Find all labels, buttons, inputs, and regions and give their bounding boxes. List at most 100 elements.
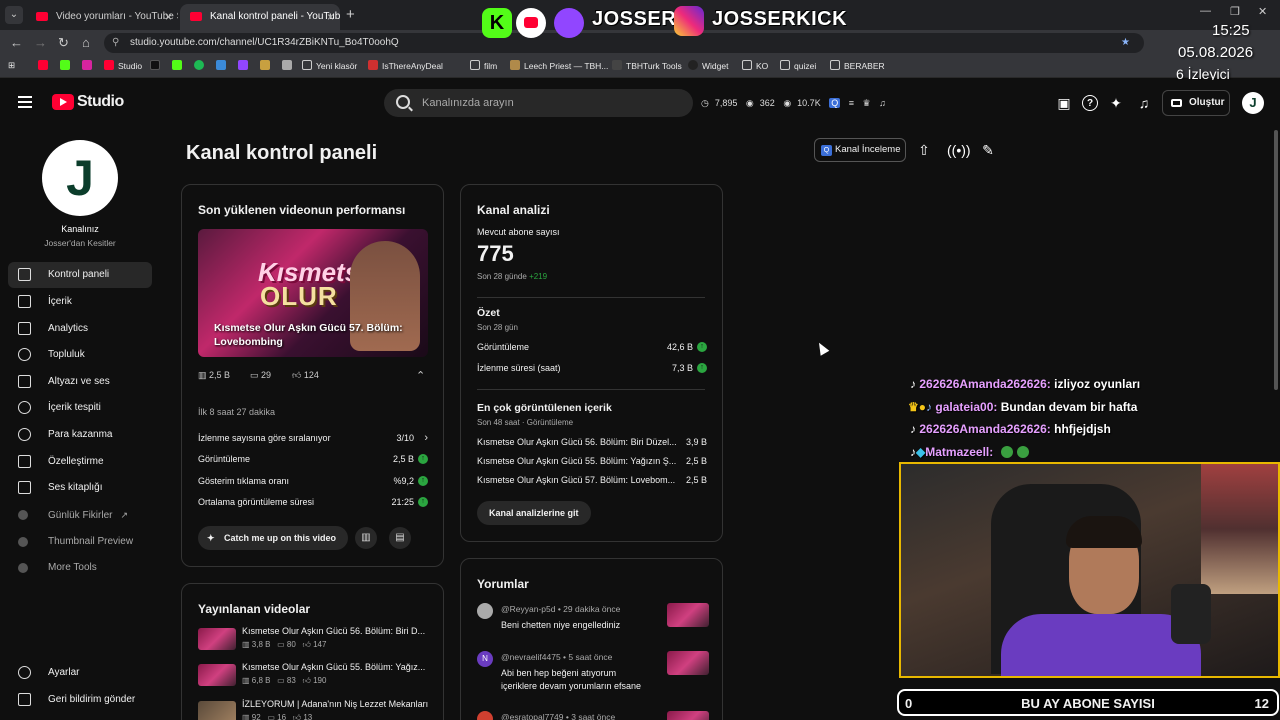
notifications-icon[interactable]: ♫ xyxy=(1136,95,1152,111)
sidebar-item-thumbnail-preview[interactable]: Thumbnail Preview xyxy=(8,529,152,555)
comments-button[interactable]: ▤ xyxy=(389,527,411,549)
list-item[interactable]: Kısmetse Olur Aşkın Gücü 56. Bölüm: Biri… xyxy=(198,626,430,660)
bookmark-folder-ko[interactable]: KO xyxy=(742,60,768,71)
bookmark-studio[interactable]: Studio xyxy=(104,60,142,71)
bookmark-icon[interactable] xyxy=(216,60,230,71)
bookmark-kick2-icon[interactable] xyxy=(172,60,186,71)
sidebar-item-copyright[interactable]: İçerik tespiti xyxy=(8,395,152,421)
bookmark-icon[interactable] xyxy=(282,60,296,71)
maximize-button[interactable]: ❐ xyxy=(1230,5,1240,18)
bookmark-folder-beraber[interactable]: BERABER xyxy=(830,60,885,71)
page-scrollbar[interactable] xyxy=(1274,130,1278,390)
account-avatar[interactable]: J xyxy=(1242,92,1264,114)
bookmark-icon[interactable] xyxy=(260,60,274,71)
site-info-icon[interactable]: ⚲ xyxy=(112,33,119,53)
bookmark-twitch-icon[interactable] xyxy=(238,60,252,71)
bookmark-isthereanydeal[interactable]: IsThereAnyDeal xyxy=(368,60,443,71)
help-icon[interactable]: ? xyxy=(1082,95,1098,111)
trophy-icon[interactable]: ♛ xyxy=(863,98,871,108)
minimize-button[interactable]: — xyxy=(1200,5,1211,17)
upload-icon[interactable]: ⇧ xyxy=(915,141,933,159)
youtube-logo-icon[interactable] xyxy=(52,94,74,110)
sidebar-item-content[interactable]: İçerik xyxy=(8,289,152,315)
catch-me-up-button[interactable]: ✦ Catch me up on this video xyxy=(198,526,349,550)
tab-search-button[interactable]: ⌄ xyxy=(5,6,23,24)
rank-row[interactable]: İzlenme sayısına göre sıralanıyor 3/10 › xyxy=(198,432,428,449)
search-input[interactable]: Kanalınızda arayın xyxy=(384,89,693,117)
instagram-logo-icon xyxy=(674,6,704,36)
up-arrow-icon: ↑ xyxy=(418,497,428,507)
top-content-row[interactable]: Kısmetse Olur Aşkın Gücü 56. Bölüm: Biri… xyxy=(477,437,707,453)
bell-small-icon[interactable]: ♫ xyxy=(879,98,886,108)
edit-post-icon[interactable]: ✎ xyxy=(979,141,997,159)
channel-stats-extension[interactable]: ◷ 7,895 ◉ 362 ◉ 10.7K Q ≡ ♛ ♫ xyxy=(701,93,892,113)
go-live-icon[interactable]: ((•)) xyxy=(947,141,971,159)
back-button[interactable]: ← xyxy=(10,35,23,50)
sidebar-item-feedback[interactable]: Geri bildirim gönder xyxy=(8,687,152,713)
list-item[interactable]: İZLEYORUM | Adana'nın Niş Lezzet Mekanla… xyxy=(198,699,430,720)
channel-avatar[interactable]: J xyxy=(42,140,118,216)
list-item[interactable]: Kısmetse Olur Aşkın Gücü 55. Bölüm: Yağı… xyxy=(198,662,430,696)
bookmark-folder-yeni-klasor[interactable]: Yeni klasör xyxy=(302,60,357,71)
mouse-cursor-icon xyxy=(814,340,830,356)
bookmark-leech-priest[interactable]: Leech Priest — TBH... xyxy=(510,60,608,71)
new-tab-button[interactable]: + xyxy=(346,6,355,23)
sidebar-item-audio-library[interactable]: Ses kitaplığı xyxy=(8,475,152,501)
analytics-button[interactable]: ▥ xyxy=(355,527,377,549)
sparkle-icon[interactable]: ✦ xyxy=(1108,95,1124,111)
comment-item[interactable]: @esratopal7749 • 3 saat önce xyxy=(477,711,709,720)
bookmark-youtube-icon[interactable] xyxy=(38,60,52,71)
browser-tab-active[interactable]: Kanal kontrol paneli - YouTube × xyxy=(180,4,340,30)
close-tab-icon[interactable]: × xyxy=(165,4,172,30)
bookmark-folder-quizei[interactable]: quizei xyxy=(780,60,816,71)
address-bar[interactable]: ⚲ studio.youtube.com/channel/UC1R34rZBiK… xyxy=(104,33,1144,53)
comment-item[interactable]: N @nevraelif4475 • 5 saat önce Abi ben h… xyxy=(477,651,709,695)
sidebar-item-analytics[interactable]: Analytics xyxy=(8,316,152,342)
browser-tab[interactable]: Video yorumları - YouTube Stud × xyxy=(26,4,178,30)
ext-icon[interactable]: Q xyxy=(829,98,841,108)
channel-review-button[interactable]: Q Kanal İnceleme xyxy=(814,138,906,162)
audio-library-icon xyxy=(18,481,31,494)
kick-logo-icon: K xyxy=(482,8,512,38)
top-content-row[interactable]: Kısmetse Olur Aşkın Gücü 55. Bölüm: Yağı… xyxy=(477,456,707,472)
bookmark-instagram-icon[interactable] xyxy=(82,60,96,71)
home-button[interactable]: ⌂ xyxy=(82,35,90,50)
reload-button[interactable]: ↻ xyxy=(58,35,69,51)
go-to-analytics-button[interactable]: Kanal analizlerine git xyxy=(477,501,591,525)
bookmark-tiktok-icon[interactable] xyxy=(150,60,164,71)
magic-wand-icon xyxy=(18,455,31,468)
comment-item[interactable]: @Reyyan-p5d • 29 dakika önce Beni chette… xyxy=(477,603,709,643)
bookmark-tbhturk-tools[interactable]: TBHTurk Tools xyxy=(612,60,682,71)
menu-icon[interactable] xyxy=(18,96,32,108)
sidebar-item-customization[interactable]: Özelleştirme xyxy=(8,449,152,475)
card-title: Yorumlar xyxy=(477,577,529,591)
sidebar-item-monetization[interactable]: Para kazanma xyxy=(8,422,152,448)
bookmark-folder-film[interactable]: film xyxy=(470,60,497,71)
studio-logo-text[interactable]: Studio xyxy=(77,93,124,111)
bookmark-spotify-icon[interactable] xyxy=(194,60,208,71)
create-button[interactable]: Oluştur xyxy=(1162,90,1230,116)
video-thumbnail xyxy=(198,664,236,686)
top-content-row[interactable]: Kısmetse Olur Aşkın Gücü 57. Bölüm: Love… xyxy=(477,475,707,491)
apps-icon[interactable]: ⊞ xyxy=(8,60,15,71)
sidebar-item-community[interactable]: Topluluk xyxy=(8,342,152,368)
sidebar-item-daily-ideas[interactable]: Günlük Fikirler ↗ xyxy=(8,502,152,528)
forward-button[interactable]: → xyxy=(34,35,47,50)
video-thumbnail[interactable]: Kısmetse OLUR Kısmetse Olur Aşkın Gücü 5… xyxy=(198,229,428,357)
sidebar-item-more-tools[interactable]: More Tools xyxy=(8,555,152,581)
close-tab-icon[interactable]: × xyxy=(327,4,334,30)
streamer-hair xyxy=(1066,516,1142,548)
bookmark-kick-icon[interactable] xyxy=(60,60,74,71)
tab-label: Video yorumları - YouTube Stud xyxy=(56,11,178,22)
sidebar-item-dashboard[interactable]: Kontrol paneli xyxy=(8,262,152,288)
bookmark-star-icon[interactable]: ★ xyxy=(1121,33,1130,53)
collapse-chevron-icon[interactable]: ⌃ xyxy=(416,369,425,382)
close-window-button[interactable]: ✕ xyxy=(1258,5,1267,18)
captions-icon[interactable]: ▣ xyxy=(1056,95,1072,111)
sidebar-item-settings[interactable]: Ayarlar xyxy=(8,660,152,686)
list-icon[interactable]: ≡ xyxy=(849,98,854,108)
overlay-date: 05.08.2026 xyxy=(1178,44,1254,61)
sidebar-item-subtitles[interactable]: Altyazı ve ses xyxy=(8,369,152,395)
bookmark-widget[interactable]: Widget xyxy=(688,60,728,71)
youtube-favicon-icon xyxy=(36,12,48,21)
